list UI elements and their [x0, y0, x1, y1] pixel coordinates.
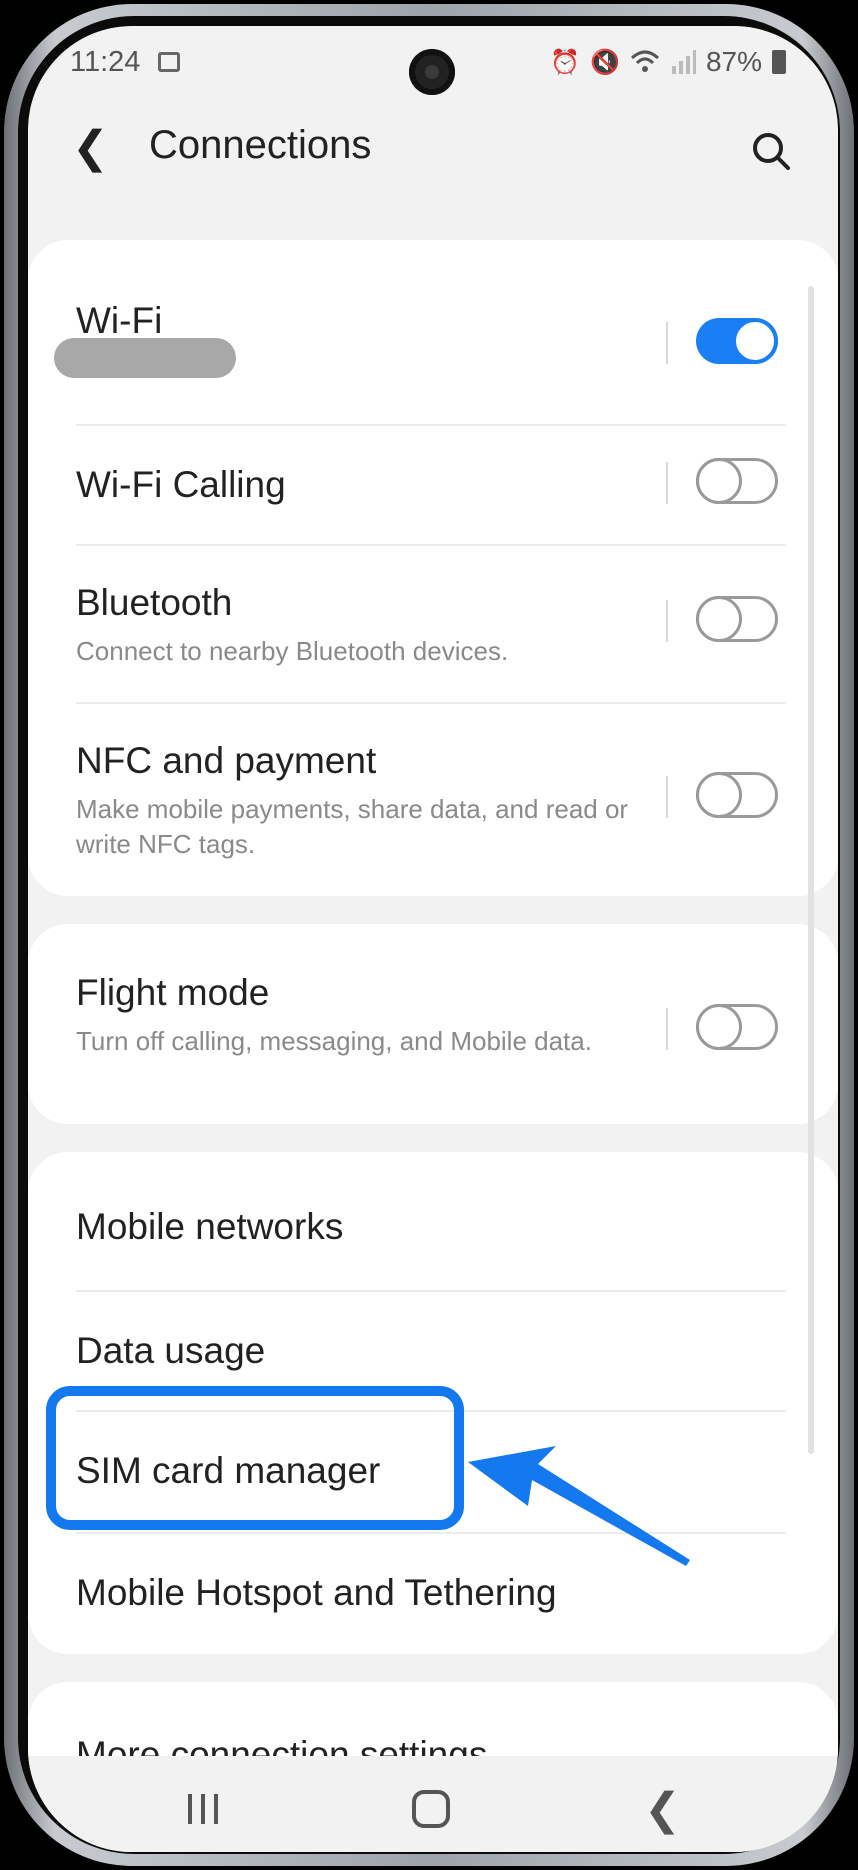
flight-mode-toggle[interactable] [696, 1004, 778, 1050]
mobile-networks-label: Mobile networks [76, 1206, 344, 1247]
bluetooth-description: Connect to nearby Bluetooth devices. [76, 636, 509, 666]
status-icons: ⏰ 🔇 87% [550, 46, 786, 78]
flight-mode-label: Flight mode [76, 972, 270, 1013]
nfc-row[interactable]: NFC and payment Make mobile payments, sh… [76, 704, 776, 894]
pointer-arrow-icon [468, 1446, 690, 1566]
recents-icon[interactable] [186, 1792, 220, 1826]
wifi-calling-toggle[interactable] [696, 458, 778, 504]
battery-text: 87% [705, 46, 762, 77]
bluetooth-toggle[interactable] [696, 596, 778, 642]
wifi-calling-row[interactable]: Wi-Fi Calling [76, 426, 776, 544]
wifi-toggle[interactable] [696, 318, 778, 364]
wifi-label: Wi-Fi [76, 300, 163, 341]
signal-icon [671, 50, 696, 74]
separator [666, 600, 668, 642]
home-icon[interactable] [412, 1790, 450, 1828]
screenshot-icon [158, 52, 180, 72]
toggle-knob [732, 318, 778, 364]
status-time: 11:24 [70, 46, 141, 78]
back-icon[interactable]: ❮ [72, 126, 109, 170]
separator [666, 776, 668, 818]
toggle-knob [696, 596, 742, 642]
nfc-description: Make mobile payments, share data, and re… [76, 794, 629, 859]
separator [666, 1008, 668, 1050]
redacted-network-name [54, 338, 236, 378]
flight-mode-description: Turn off calling, messaging, and Mobile … [76, 1026, 592, 1056]
mute-icon: 🔇 [590, 48, 620, 76]
toggle-knob [696, 458, 742, 504]
mobile-hotspot-label: Mobile Hotspot and Tethering [76, 1572, 557, 1613]
flight-mode-row[interactable]: Flight mode Turn off calling, messaging,… [76, 936, 776, 1116]
screen: 11:24 ⏰ 🔇 87% ❮ Connections Wi-Fi Wi-Fi … [28, 26, 838, 1852]
toggle-knob [696, 1004, 742, 1050]
wifi-calling-label: Wi-Fi Calling [76, 464, 286, 505]
battery-icon [772, 50, 786, 74]
nav-back-icon[interactable]: ❮ [644, 1788, 681, 1832]
page-title: Connections [149, 123, 372, 167]
separator [666, 462, 668, 504]
bluetooth-row[interactable]: Bluetooth Connect to nearby Bluetooth de… [76, 546, 776, 702]
toggle-knob [696, 772, 742, 818]
sim-card-manager-highlight [46, 1386, 464, 1530]
wifi-icon [630, 50, 659, 72]
more-connection-settings-row[interactable]: More connection settings [76, 1682, 776, 1775]
separator [666, 322, 668, 364]
bluetooth-label: Bluetooth [76, 582, 233, 623]
nfc-toggle[interactable] [696, 772, 778, 818]
mobile-networks-row[interactable]: Mobile networks [76, 1166, 776, 1286]
alarm-icon: ⏰ [550, 48, 581, 76]
data-usage-label: Data usage [76, 1330, 266, 1371]
nfc-label: NFC and payment [76, 740, 377, 781]
phone-frame: 11:24 ⏰ 🔇 87% ❮ Connections Wi-Fi Wi-Fi … [4, 4, 854, 1866]
front-camera [409, 49, 455, 95]
search-icon[interactable] [746, 126, 798, 178]
scrollbar[interactable] [808, 286, 814, 1454]
